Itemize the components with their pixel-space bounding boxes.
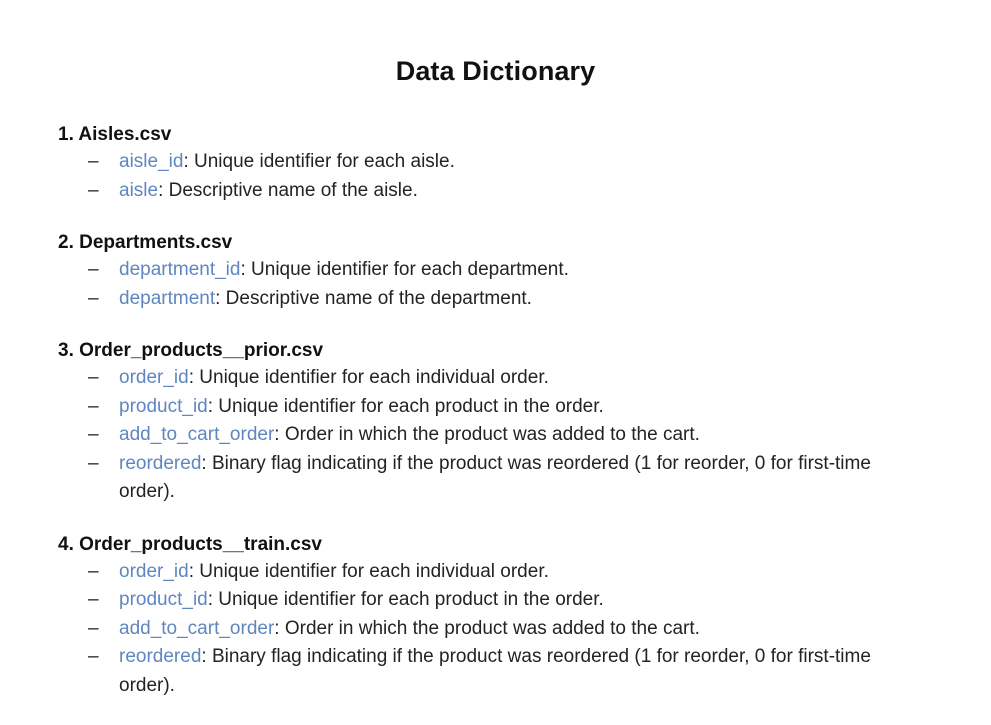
- dash-bullet-icon: –: [88, 151, 99, 172]
- section-order-products-prior: 3. Order_products__prior.csv – order_id:…: [58, 338, 938, 507]
- section-aisles: 1. Aisles.csv – aisle_id: Unique identif…: [58, 122, 938, 205]
- field-item: – product_id: Unique identifier for each…: [58, 393, 899, 422]
- dash-bullet-icon: –: [88, 424, 99, 445]
- field-description: : Descriptive name of the aisle.: [158, 179, 418, 201]
- field-name: product_id: [119, 589, 208, 610]
- field-name: aisle: [119, 179, 159, 201]
- section-order-products-train: 4. Order_products__train.csv – order_id:…: [58, 532, 938, 701]
- section-heading: 1. Aisles.csv: [58, 124, 172, 145]
- dash-bullet-icon: –: [88, 617, 99, 639]
- field-name: reordered: [119, 452, 202, 474]
- dash-bullet-icon: –: [88, 395, 99, 417]
- field-description: : Unique identifier for each aisle.: [183, 151, 455, 172]
- field-description: : Descriptive name of the department.: [215, 287, 532, 309]
- field-name: order_id: [119, 560, 189, 582]
- section-heading: 2. Departments.csv: [58, 232, 233, 253]
- dash-bullet-icon: –: [88, 367, 99, 388]
- field-list: – order_id: Unique identifier for each i…: [58, 558, 938, 701]
- field-item: – product_id: Unique identifier for each…: [58, 586, 899, 615]
- field-item: – department: Descriptive name of the de…: [58, 285, 899, 314]
- field-description: : Unique identifier for each product in …: [207, 589, 604, 610]
- field-description: : Order in which the product was added t…: [274, 617, 700, 639]
- field-list: – order_id: Unique identifier for each i…: [58, 364, 938, 507]
- dash-bullet-icon: –: [88, 646, 99, 667]
- field-list: – aisle_id: Unique identifier for each a…: [58, 148, 938, 205]
- dash-bullet-icon: –: [88, 179, 99, 201]
- section-heading: 3. Order_products__prior.csv: [58, 340, 324, 361]
- field-item: – department_id: Unique identifier for e…: [58, 256, 899, 285]
- field-item: – reordered: Binary flag indicating if t…: [58, 643, 899, 700]
- field-description: : Binary flag indicating if the product …: [119, 452, 871, 503]
- field-item: – add_to_cart_order: Order in which the …: [58, 421, 899, 450]
- field-name: department: [119, 287, 216, 309]
- field-item: – aisle_id: Unique identifier for each a…: [58, 148, 899, 177]
- field-name: product_id: [119, 395, 208, 417]
- field-description: : Unique identifier for each individual …: [188, 367, 549, 388]
- field-item: – add_to_cart_order: Order in which the …: [58, 615, 899, 644]
- field-item: – reordered: Binary flag indicating if t…: [58, 450, 899, 507]
- section-departments: 2. Departments.csv – department_id: Uniq…: [58, 230, 938, 313]
- field-description: : Unique identifier for each product in …: [207, 395, 604, 417]
- dash-bullet-icon: –: [88, 589, 99, 610]
- field-name: reordered: [119, 646, 202, 667]
- section-heading: 4. Order_products__train.csv: [58, 533, 322, 555]
- field-name: aisle_id: [119, 151, 184, 172]
- dash-bullet-icon: –: [88, 259, 99, 280]
- dash-bullet-icon: –: [88, 287, 99, 309]
- field-name: order_id: [119, 367, 189, 388]
- field-description: : Unique identifier for each department.: [240, 259, 569, 280]
- field-name: department_id: [119, 259, 241, 280]
- field-description: : Order in which the product was added t…: [274, 424, 700, 445]
- field-name: add_to_cart_order: [119, 424, 275, 445]
- field-description: : Unique identifier for each individual …: [188, 560, 549, 582]
- field-item: – order_id: Unique identifier for each i…: [58, 364, 899, 393]
- dictionary-sections: 1. Aisles.csv – aisle_id: Unique identif…: [58, 122, 938, 725]
- field-item: – aisle: Descriptive name of the aisle.: [58, 177, 899, 206]
- field-list: – department_id: Unique identifier for e…: [58, 256, 938, 313]
- field-item: – order_id: Unique identifier for each i…: [58, 558, 899, 587]
- page-title: Data Dictionary: [395, 56, 596, 86]
- dash-bullet-icon: –: [88, 452, 99, 474]
- field-description: : Binary flag indicating if the product …: [119, 646, 871, 696]
- dash-bullet-icon: –: [88, 560, 99, 582]
- field-name: add_to_cart_order: [119, 617, 275, 639]
